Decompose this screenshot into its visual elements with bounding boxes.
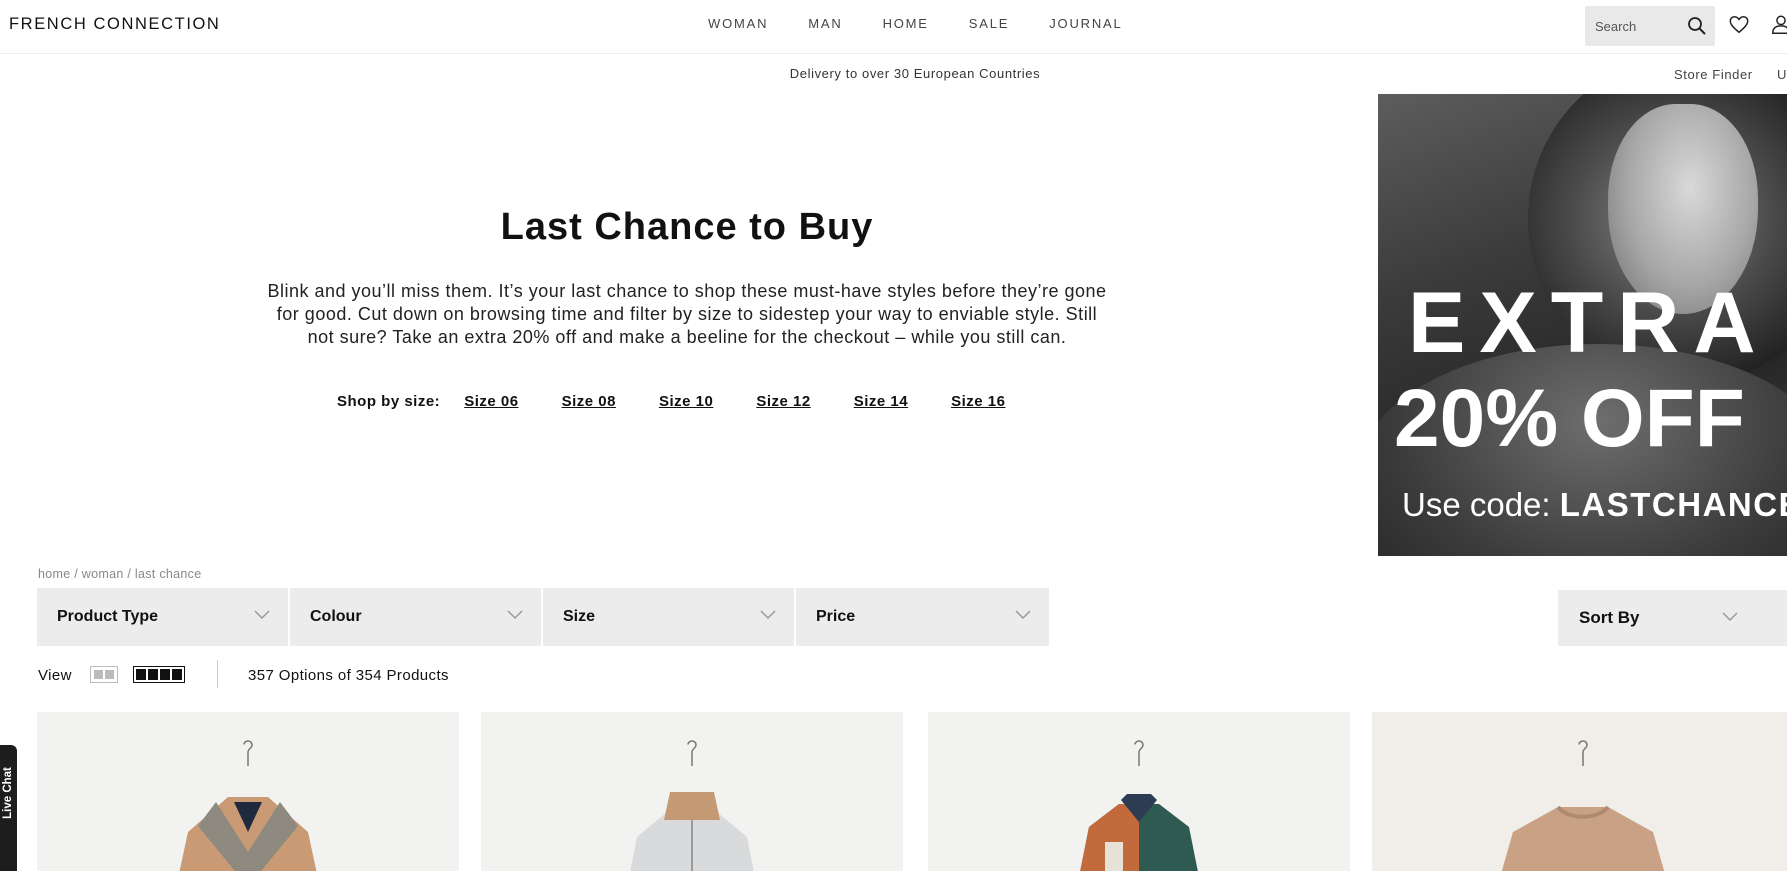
result-count: 357 Options of 354 Products — [248, 667, 449, 684]
promo-code: LASTCHANCE — [1559, 486, 1787, 523]
nav-woman[interactable]: WOMAN — [708, 16, 768, 31]
filter-product-type[interactable]: Product Type — [37, 588, 290, 646]
filter-label: Product Type — [57, 608, 159, 625]
nav-journal[interactable]: JOURNAL — [1049, 16, 1122, 31]
search-input[interactable] — [1595, 18, 1681, 34]
filter-bar: Product Type Colour Size Price — [37, 588, 1049, 646]
filter-size[interactable]: Size — [543, 588, 796, 646]
chevron-down-icon — [254, 610, 270, 620]
shop-by-size-label: Shop by size: — [337, 393, 441, 410]
size-16-link[interactable]: Size 16 — [951, 393, 1005, 410]
filter-label: Size — [563, 608, 596, 625]
filter-label: Price — [816, 608, 856, 625]
hanger-icon — [243, 740, 253, 766]
heart-icon[interactable] — [1728, 14, 1750, 36]
search-icon[interactable] — [1687, 16, 1707, 36]
sort-by-label: Sort By — [1579, 608, 1640, 627]
user-icon[interactable] — [1770, 14, 1787, 36]
divider — [217, 660, 218, 688]
live-chat-label: Live Chat — [2, 767, 14, 819]
promo-code-prefix: Use code: — [1402, 486, 1560, 523]
hanger-icon — [1578, 740, 1588, 766]
hanger-icon — [1134, 740, 1144, 766]
product-image-check-coat — [179, 797, 317, 871]
main-nav: WOMAN MAN HOME SALE JOURNAL — [708, 16, 1163, 31]
size-14-link[interactable]: Size 14 — [854, 393, 908, 410]
filter-label: Colour — [310, 608, 362, 625]
view-four-column-toggle[interactable] — [133, 666, 185, 683]
size-10-link[interactable]: Size 10 — [659, 393, 713, 410]
promo-code-line: Use code: LASTCHANCE — [1402, 486, 1787, 524]
promo-banner[interactable]: EXTRA 20% OFF Use code: LASTCHANCE — [1378, 94, 1787, 556]
chevron-down-icon — [507, 610, 523, 620]
utility-link-truncated[interactable]: U — [1777, 67, 1786, 82]
promo-headline: EXTRA — [1408, 275, 1770, 371]
breadcrumb-current: last chance — [134, 567, 202, 581]
chevron-down-icon — [760, 610, 776, 620]
product-image-grey-bomber-jacket — [630, 792, 754, 871]
hanger-icon — [687, 740, 697, 766]
view-label: View — [38, 667, 72, 684]
promo-discount: 20% OFF — [1394, 373, 1745, 464]
filter-colour[interactable]: Colour — [290, 588, 543, 646]
shop-by-size: Shop by size: Size 06 Size 08 Size 10 Si… — [337, 393, 1048, 410]
search-box — [1585, 6, 1715, 46]
delivery-message: Delivery to over 30 European Countries — [789, 66, 1041, 81]
page-description: Blink and you’ll miss them. It’s your la… — [267, 281, 1107, 347]
breadcrumb-home[interactable]: home — [38, 567, 70, 581]
product-card[interactable] — [481, 712, 903, 871]
sort-by-dropdown[interactable]: Sort By — [1558, 590, 1787, 646]
live-chat-tab[interactable]: Live Chat — [0, 745, 17, 871]
site-header: FRENCH CONNECTION WOMAN MAN HOME SALE JO… — [0, 0, 1787, 54]
brand-logo[interactable]: FRENCH CONNECTION — [9, 15, 220, 34]
chevron-down-icon — [1015, 610, 1031, 620]
breadcrumb-woman[interactable]: woman — [82, 567, 124, 581]
nav-home[interactable]: HOME — [883, 16, 929, 31]
filter-price[interactable]: Price — [796, 588, 1049, 646]
view-two-column-toggle[interactable] — [90, 666, 118, 683]
size-08-link[interactable]: Size 08 — [562, 393, 616, 410]
nav-sale[interactable]: SALE — [969, 16, 1009, 31]
size-06-link[interactable]: Size 06 — [464, 393, 518, 410]
product-grid — [37, 712, 1787, 871]
product-card[interactable] — [37, 712, 459, 871]
store-finder-link[interactable]: Store Finder — [1674, 67, 1753, 82]
product-image-knit-jumper — [1501, 805, 1665, 871]
size-12-link[interactable]: Size 12 — [756, 393, 810, 410]
nav-man[interactable]: MAN — [808, 16, 842, 31]
product-image-print-shirt-dress — [1080, 794, 1198, 871]
chevron-down-icon — [1722, 612, 1738, 622]
breadcrumb: home / woman / last chance — [38, 567, 202, 581]
page-title: Last Chance to Buy — [500, 206, 874, 248]
product-card[interactable] — [928, 712, 1350, 871]
product-card[interactable] — [1372, 712, 1787, 871]
